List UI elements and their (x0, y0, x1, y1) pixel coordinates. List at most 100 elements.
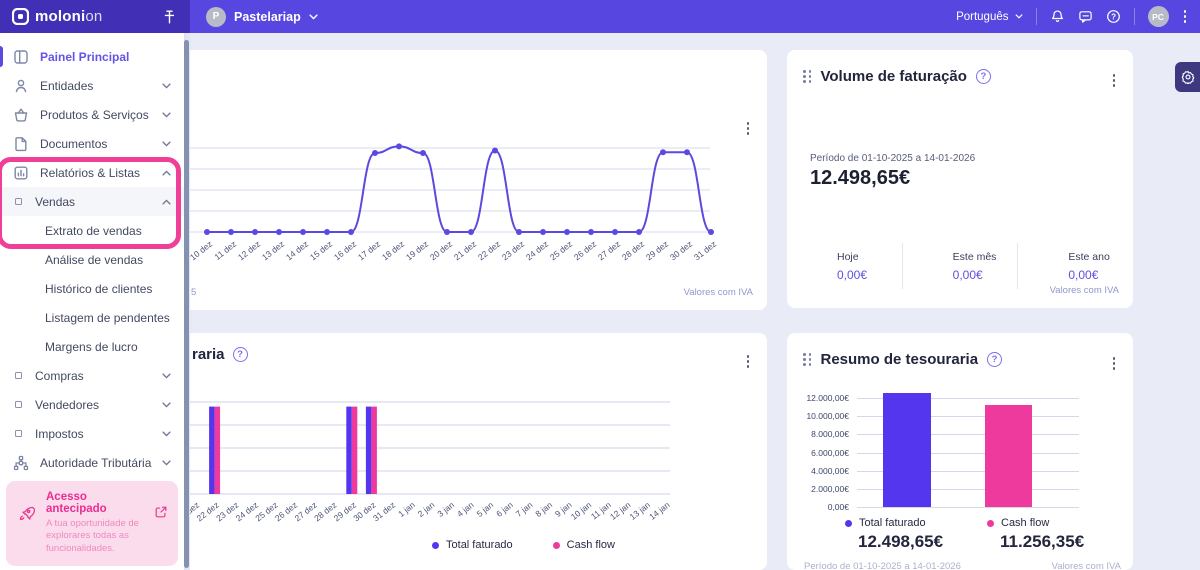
y-axis-tick-label: 2.000,00€ (787, 484, 849, 494)
sidebar-item-analise-de-vendas[interactable]: Análise de vendas (0, 245, 184, 274)
svg-text:28 dez: 28 dez (620, 239, 646, 263)
help-icon[interactable]: ? (1106, 9, 1121, 24)
active-indicator (0, 46, 3, 67)
card-title: Resumo de tesouraria (821, 351, 979, 368)
stat-label: Este mês (953, 251, 1018, 263)
svg-text:11 jan: 11 jan (589, 500, 613, 522)
legend-cash-flow[interactable]: Cash flow (553, 539, 615, 551)
sidebar-item-vendas[interactable]: Vendas (0, 187, 184, 216)
svg-text:11 dez: 11 dez (212, 239, 238, 262)
card-options-kebab-icon[interactable] (1111, 355, 1118, 372)
promo-title: Acesso antecipado (46, 491, 148, 515)
early-access-banner[interactable]: Acesso antecipado A tua oportunidade de … (6, 481, 178, 566)
svg-text:4 jan: 4 jan (455, 500, 476, 519)
billing-stats: Hoje 0,00€ Este mês 0,00€ Este ano 0,00€ (787, 243, 1133, 289)
values-with-vat-note: Valores com IVA (1052, 561, 1121, 570)
sidebar-item-painel-principal[interactable]: Painel Principal (0, 42, 184, 71)
card-options-kebab-icon[interactable] (1111, 72, 1118, 89)
chevron-down-icon (162, 112, 171, 118)
user-avatar[interactable]: PC (1148, 6, 1169, 27)
dashboard-settings-tab[interactable] (1175, 62, 1200, 92)
sidebar-item-label: Impostos (35, 427, 162, 441)
company-avatar: P (206, 7, 226, 27)
y-axis-tick-label: 8.000,00€ (787, 429, 849, 439)
summary-bar-cash-flow[interactable] (985, 405, 1032, 507)
sidebar-item-compras[interactable]: Compras (0, 361, 184, 390)
sidebar-item-documentos[interactable]: Documentos (0, 129, 184, 158)
svg-text:13 dez: 13 dez (260, 239, 286, 263)
sidebar-item-vendedores[interactable]: Vendedores (0, 390, 184, 419)
svg-text:23 dez: 23 dez (500, 239, 526, 263)
chevron-down-icon (162, 141, 171, 147)
summary-bar-total-faturado[interactable] (883, 393, 931, 507)
help-circle-icon[interactable]: ? (976, 69, 991, 84)
svg-text:27 dez: 27 dez (596, 239, 622, 263)
legend-total-faturado[interactable]: Total faturado (432, 539, 513, 551)
sidebar-item-autoridade-tributaria[interactable]: Autoridade Tributária (0, 448, 184, 477)
help-circle-icon[interactable]: ? (233, 347, 248, 362)
svg-text:12 dez: 12 dez (236, 239, 262, 263)
sidebar-item-historico-de-clientes[interactable]: Histórico de clientes (0, 274, 184, 303)
sidebar-scrollbar[interactable] (184, 40, 189, 568)
sidebar-item-label: Margens de lucro (45, 340, 171, 354)
legend-dot-icon (987, 520, 994, 527)
sidebar-item-impostos[interactable]: Impostos (0, 419, 184, 448)
stat-value: 0,00€ (837, 268, 902, 282)
sidebar-item-extrato-de-vendas[interactable]: Extrato de vendas (0, 216, 184, 245)
sidebar-item-label: Relatórios & Listas (40, 166, 162, 180)
chat-icon[interactable] (1078, 9, 1093, 24)
stat-value: 0,00€ (953, 268, 1018, 282)
external-link-icon[interactable] (154, 505, 168, 519)
person-icon (13, 78, 30, 94)
sales-evolution-card: 10 dez11 dez12 dez13 dez14 dez15 dez16 d… (190, 50, 767, 310)
legend-cash-flow[interactable]: Cash flow 11.256,35€ (987, 517, 1084, 552)
billing-total: 12.498,65€ (810, 167, 910, 190)
sidebar-item-produtos-servicos[interactable]: Produtos & Serviços (0, 100, 184, 129)
svg-text:30 dez: 30 dez (668, 239, 694, 263)
language-selector[interactable]: Português (956, 11, 1022, 23)
stat-label: Hoje (837, 251, 902, 263)
sidebar-item-entidades[interactable]: Entidades (0, 71, 184, 100)
sidebar-item-margens-de-lucro[interactable]: Margens de lucro (0, 332, 184, 361)
svg-text:21 dez: 21 dez (452, 239, 478, 263)
chevron-down-icon (309, 14, 318, 20)
svg-text:2 jan: 2 jan (416, 500, 437, 519)
sidebar-nav: Painel Principal EntidadesProdutos & Serv… (0, 33, 184, 506)
treasury-summary-card: Resumo de tesouraria ? 12.000,00€10.000,… (787, 333, 1133, 570)
card-options-kebab-icon[interactable] (745, 353, 752, 370)
stat-this-month: Este mês 0,00€ (902, 243, 1018, 289)
sidebar-item-relatorios-listas[interactable]: Relatórios & Listas (0, 158, 184, 187)
notifications-bell-icon[interactable] (1050, 9, 1065, 24)
svg-text:19 dez: 19 dez (404, 239, 430, 263)
svg-text:14 dez: 14 dez (284, 239, 310, 263)
svg-text:26 dez: 26 dez (572, 239, 598, 263)
user-menu-kebab-icon[interactable] (1182, 8, 1189, 25)
svg-text:31 dez: 31 dez (371, 500, 397, 524)
total-faturado-value: 12.498,65€ (858, 532, 943, 552)
sidebar-item-label: Histórico de clientes (45, 282, 171, 296)
stat-today: Hoje 0,00€ (787, 243, 902, 289)
sidebar-item-label: Listagem de pendentes (45, 311, 171, 325)
company-switcher[interactable]: P Pastelariap (206, 7, 318, 27)
period-text-partial: 5 (191, 287, 196, 298)
stat-label: Este ano (1068, 251, 1133, 263)
sidebar-item-label: Painel Principal (40, 50, 171, 64)
values-with-vat-note: Valores com IVA (684, 287, 753, 298)
gridline (857, 507, 1079, 508)
svg-text:13 jan: 13 jan (628, 500, 653, 522)
svg-text:8 jan: 8 jan (533, 500, 554, 519)
legend-total-faturado[interactable]: Total faturado 12.498,65€ (845, 517, 943, 552)
help-circle-icon[interactable]: ? (987, 352, 1002, 367)
sidebar-item-label: Compras (35, 369, 162, 383)
pin-sidebar-icon[interactable] (163, 10, 176, 24)
svg-text:15 dez: 15 dez (308, 239, 334, 263)
billing-volume-card: Volume de faturação ? Período de 01-10-2… (787, 50, 1133, 308)
report-icon (13, 165, 30, 181)
drag-handle-icon[interactable] (803, 70, 812, 83)
square-bullet-icon (15, 430, 22, 437)
sidebar-item-listagem-de-pendentes[interactable]: Listagem de pendentes (0, 303, 184, 332)
basket-icon (13, 107, 30, 123)
drag-handle-icon[interactable] (803, 353, 812, 366)
svg-text:22 dez: 22 dez (476, 239, 502, 263)
stat-value: 0,00€ (1068, 268, 1133, 282)
